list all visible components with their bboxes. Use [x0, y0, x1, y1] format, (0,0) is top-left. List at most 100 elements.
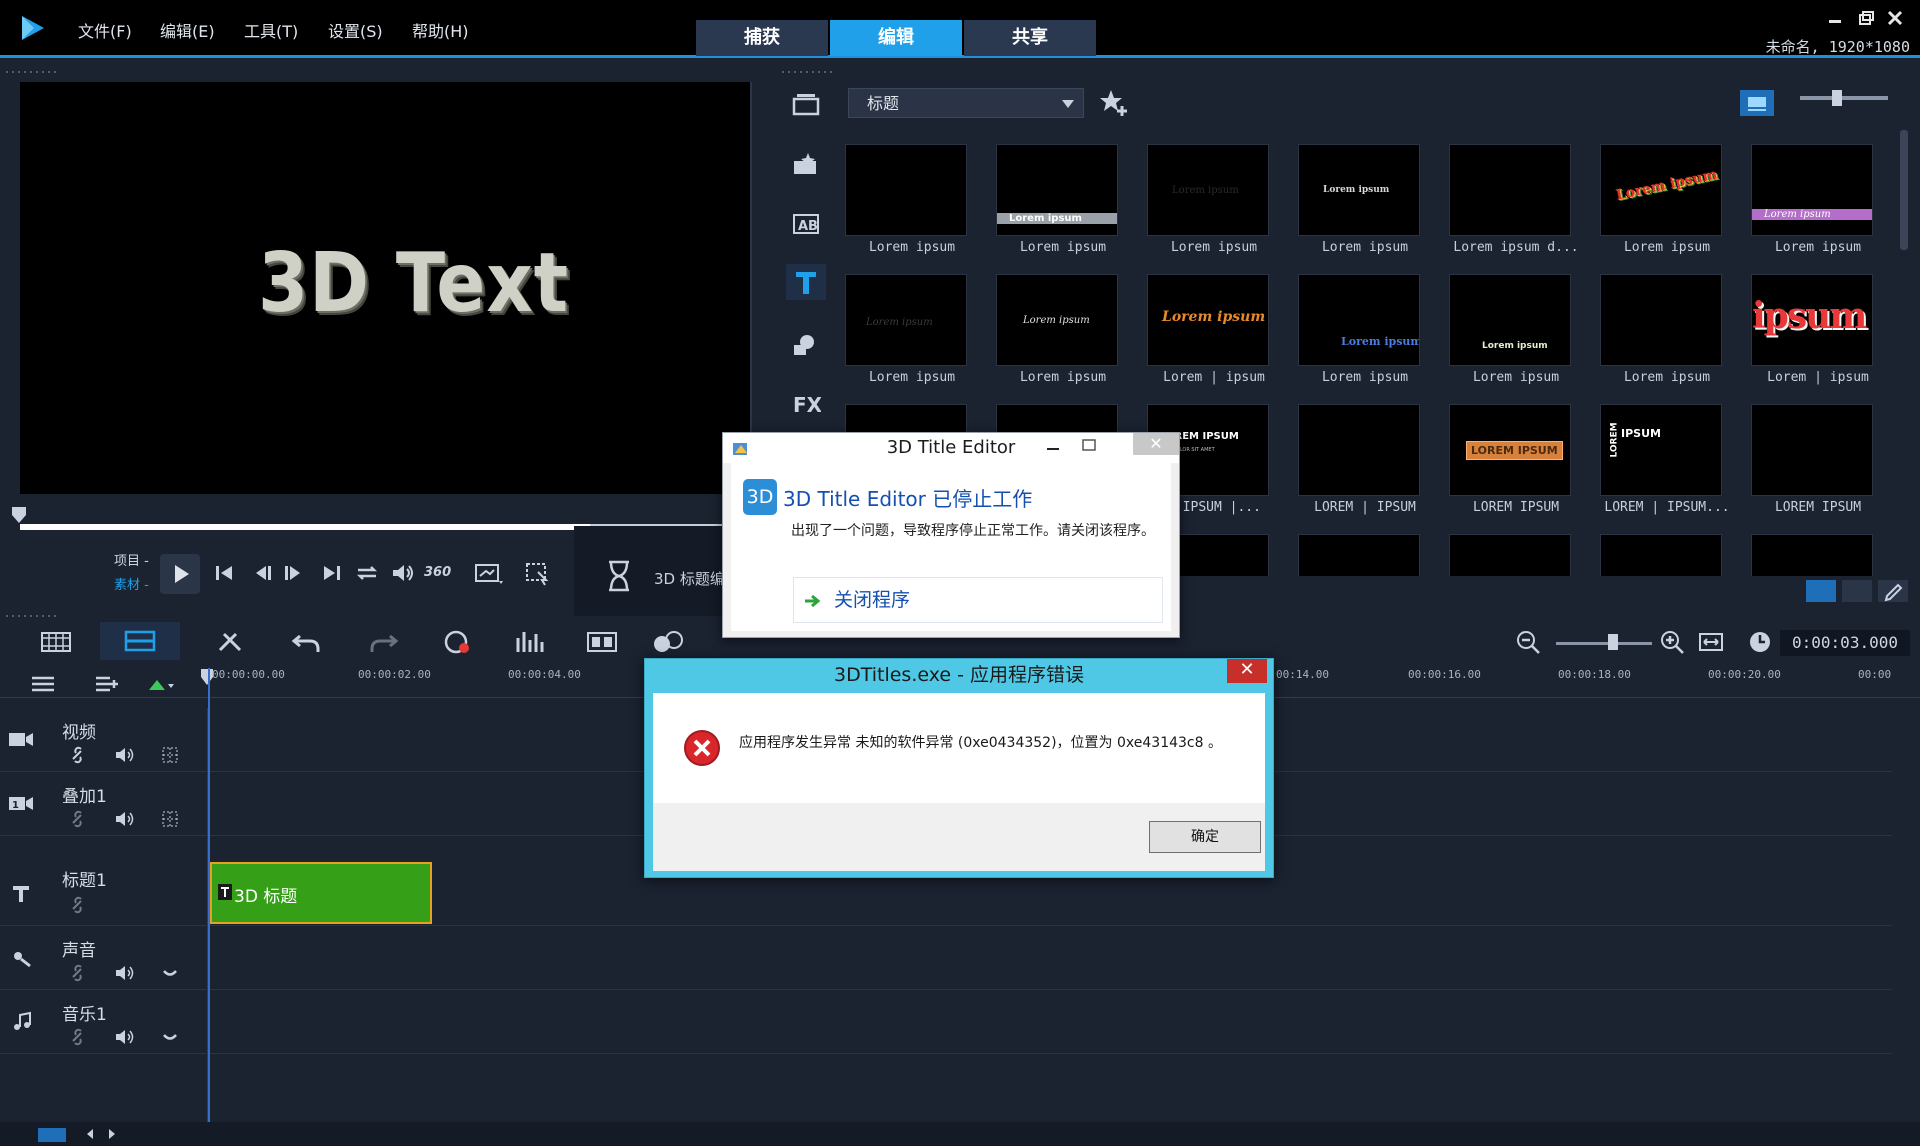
motion-tracking-icon[interactable] [650, 628, 686, 656]
mute-icon[interactable] [114, 964, 134, 982]
grid-icon[interactable] [160, 746, 180, 764]
track-header-voice[interactable]: 声音 [0, 926, 208, 990]
maximize-icon[interactable] [1079, 435, 1099, 455]
thumb-size-knob[interactable] [1832, 90, 1842, 106]
instant-project-icon[interactable] [786, 146, 826, 182]
timeline-zoom-slider[interactable] [1556, 642, 1652, 645]
minimize-icon[interactable] [1043, 435, 1063, 455]
redo-icon[interactable] [364, 628, 400, 656]
track-lane-voice[interactable] [0, 926, 1892, 990]
title-thumbnail[interactable] [1597, 526, 1743, 576]
menu-edit[interactable]: 编辑(E) [160, 18, 215, 42]
list-view-button[interactable] [1740, 90, 1774, 116]
title-thumbnail[interactable]: Lorem ipsum Lorem ipsum [1748, 136, 1894, 264]
track-header-overlay[interactable]: 1 叠加1 [0, 772, 208, 836]
mute-icon[interactable] [114, 1028, 134, 1046]
view-mode-b-icon[interactable] [1842, 580, 1872, 602]
link-icon[interactable] [68, 964, 88, 982]
title-thumbnail[interactable]: LOREM IPSUM [1748, 396, 1894, 524]
minimize-icon[interactable] [1824, 8, 1846, 28]
volume-icon[interactable] [390, 560, 416, 586]
title-thumbnail[interactable]: Lorem ipsum Lorem ipsum [1597, 136, 1743, 264]
track-header-music[interactable]: 音乐1 [0, 990, 208, 1054]
track-header-video[interactable]: 视频 [0, 708, 208, 772]
menu-help[interactable]: 帮助(H) [412, 18, 469, 42]
track-lane-music[interactable] [0, 990, 1892, 1054]
title-thumbnail[interactable] [1295, 526, 1441, 576]
360-rotate-icon[interactable]: 360 [424, 560, 451, 586]
link-icon[interactable] [68, 746, 88, 764]
ripple-edit-icon[interactable] [148, 678, 174, 692]
tab-edit[interactable]: 编辑 [830, 20, 962, 56]
title-thumbnail[interactable]: Lorem ipsum Lorem ipsum [1144, 136, 1290, 264]
title-thumbnail[interactable]: Lorem ipsum d... [1446, 136, 1592, 264]
panel-grip[interactable] [4, 70, 60, 74]
go-end-icon[interactable] [320, 560, 344, 586]
tab-share[interactable]: 共享 [964, 20, 1096, 56]
link-icon[interactable] [68, 810, 88, 828]
title-thumbnail[interactable]: LOREM | IPSUM [1295, 396, 1441, 524]
title-thumbnail[interactable]: Lorem ipsum Lorem ipsum [993, 136, 1139, 264]
title-thumbnail[interactable]: Lorem ipsum Lorem ipsum [1446, 266, 1592, 394]
link-icon[interactable] [68, 896, 88, 914]
label-clip[interactable]: 素材 - [114, 574, 149, 593]
go-start-icon[interactable] [212, 560, 236, 586]
menu-settings[interactable]: 设置(S) [328, 18, 383, 42]
view-mode-a-icon[interactable] [1806, 580, 1836, 602]
fit-project-icon[interactable] [1696, 628, 1732, 656]
add-track-icon[interactable] [94, 674, 120, 694]
timecode-display[interactable]: 0:00:03.000 [1780, 630, 1910, 656]
library-grip[interactable] [780, 70, 836, 74]
title-thumbnail[interactable]: Lorem ipsum Lorem ipsum [842, 266, 988, 394]
expand-icon[interactable] [160, 1028, 180, 1046]
playhead-marker-icon[interactable] [11, 506, 27, 524]
tools-icon[interactable] [212, 628, 248, 656]
track-manager-icon[interactable] [30, 674, 56, 694]
title-thumbnail[interactable]: Lorem ipsum Lorem ipsum [1295, 266, 1441, 394]
timeline-vscroll[interactable] [1898, 708, 1910, 1118]
multicam-icon[interactable] [584, 628, 620, 656]
tab-capture[interactable]: 捕获 [696, 20, 828, 56]
audio-mixer-icon[interactable] [512, 628, 548, 656]
timeline-zoom-knob[interactable] [1608, 634, 1618, 650]
fx-icon[interactable]: FX [786, 386, 826, 422]
graphics-icon[interactable] [786, 326, 826, 362]
undo-icon[interactable] [290, 628, 326, 656]
restore-icon[interactable] [1854, 8, 1876, 28]
thumb-size-slider[interactable] [1800, 96, 1888, 100]
library-scrollbar[interactable] [1900, 130, 1908, 250]
status-badge[interactable] [38, 1128, 66, 1142]
storyboard-view-icon[interactable] [38, 628, 74, 656]
close-dialog-button[interactable]: ✕ [1133, 433, 1179, 455]
play-button[interactable] [160, 554, 200, 594]
link-icon[interactable] [68, 1028, 88, 1046]
title-thumbnail[interactable] [1748, 526, 1894, 576]
add-favorite-icon[interactable] [1098, 88, 1130, 118]
timeline-grip[interactable] [4, 614, 60, 618]
title-thumbnail[interactable] [1446, 526, 1592, 576]
title-thumbnail[interactable]: Lorem ipsum [842, 136, 988, 264]
zoom-in-icon[interactable] [1656, 628, 1692, 656]
menu-tools[interactable]: 工具(T) [244, 18, 298, 42]
ok-button[interactable]: 确定 [1149, 821, 1261, 853]
close-program-button[interactable]: 关闭程序 [793, 577, 1163, 623]
mute-icon[interactable] [114, 746, 134, 764]
timeline-view-button[interactable] [100, 622, 180, 660]
scroll-left-icon[interactable] [84, 1128, 96, 1140]
title-thumbnail[interactable]: LOREM IPSUM LOREM | IPSUM... [1597, 396, 1743, 524]
repeat-icon[interactable] [354, 560, 380, 586]
title-thumbnail[interactable]: Lorem ipsum [1597, 266, 1743, 394]
title-thumbnail[interactable]: ipsum Lorem | ipsum [1748, 266, 1894, 394]
scroll-right-icon[interactable] [106, 1128, 118, 1140]
aspect-ratio-icon[interactable] [474, 560, 504, 586]
next-frame-icon[interactable] [282, 560, 306, 586]
prev-frame-icon[interactable] [250, 560, 274, 586]
title-icon[interactable] [786, 264, 826, 300]
close-window-icon[interactable] [1884, 8, 1906, 28]
label-project[interactable]: 项目 - [114, 550, 149, 569]
crop-select-icon[interactable] [524, 560, 554, 586]
track-header-title[interactable]: 标题1 [0, 836, 208, 926]
media-icon[interactable] [786, 86, 826, 122]
grid-icon[interactable] [160, 810, 180, 828]
record-capture-icon[interactable] [440, 628, 476, 656]
